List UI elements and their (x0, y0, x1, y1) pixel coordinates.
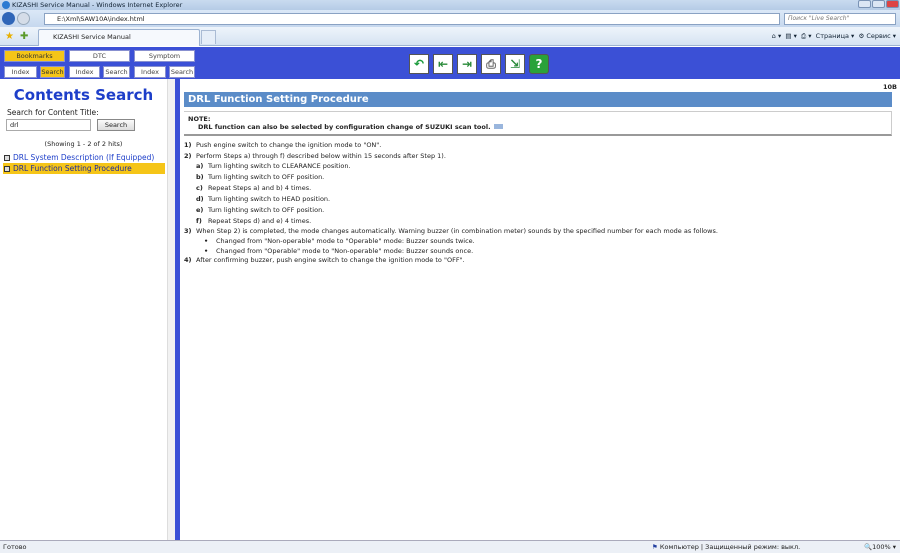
print-icon[interactable]: ⎙ (481, 54, 501, 74)
symptom-search[interactable]: Search (169, 66, 195, 78)
step-text: Changed from "Non-operable" mode to "Ope… (216, 237, 475, 245)
next-page-icon[interactable]: ⇥ (457, 54, 477, 74)
favorites-star-icon[interactable]: ★ (5, 31, 14, 42)
help-icon[interactable]: ? (529, 54, 549, 74)
search-button[interactable]: Search (97, 119, 135, 131)
section-code: 10B (883, 83, 897, 91)
add-favorite-icon[interactable]: ✚ (20, 31, 28, 42)
feeds-icon[interactable]: ▤ ▾ (785, 32, 796, 40)
print-menu-icon[interactable]: ⎙ ▾ (801, 32, 812, 40)
step-text: Push engine switch to change the ignitio… (196, 141, 382, 149)
step-text: When Step 2) is completed, the mode chan… (196, 227, 718, 235)
step-text: Turn lighting switch to OFF position. (208, 173, 325, 181)
sub-step: c) Repeat Steps a) and b) 4 times. (196, 184, 311, 192)
live-search-input[interactable]: Поиск "Live Search" (784, 13, 896, 25)
step-number: • (204, 237, 209, 245)
tab-symptom[interactable]: Symptom (134, 50, 195, 62)
page-menu[interactable]: Страница ▾ (816, 32, 855, 40)
note-label: NOTE: (188, 115, 211, 123)
forward-nav-icon[interactable] (17, 12, 30, 25)
tab-dtc[interactable]: DTC (69, 50, 130, 62)
bookmarks-index-list[interactable]: Index List (4, 66, 37, 86)
security-zone: ⚑ Компьютер | Защищенный режим: выкл. (652, 543, 801, 551)
status-bar: Готово ⚑ Компьютер | Защищенный режим: в… (0, 540, 900, 553)
back-nav-icon[interactable] (2, 12, 15, 25)
window-titlebar: KIZASHI Service Manual - Windows Interne… (0, 0, 900, 10)
step-number: d) (196, 195, 204, 203)
page-title: DRL Function Setting Procedure (184, 92, 892, 107)
status-text: Готово (3, 543, 27, 551)
back-icon[interactable]: ↶ (409, 54, 429, 74)
step-text: Repeat Steps a) and b) 4 times. (208, 184, 312, 192)
search-result-selected[interactable]: DRL Function Setting Procedure (3, 163, 165, 174)
sidebar-scrollbar[interactable] (167, 79, 175, 540)
step-text: Repeat Steps d) and e) 4 times. (208, 217, 312, 225)
command-bar: ⌂ ▾ ▤ ▾ ⎙ ▾ Страница ▾ ⚙ Сервис ▾ (772, 32, 896, 41)
search-result[interactable]: DRL System Description (If Equipped) (3, 152, 165, 163)
step: 1) Push engine switch to change the ignit… (184, 141, 381, 149)
search-pane (0, 79, 175, 540)
sub-step: b) Turn lighting switch to OFF position. (196, 173, 324, 181)
dtc-search[interactable]: Search (103, 66, 130, 78)
step-text: After confirming buzzer, push engine swi… (196, 256, 465, 264)
browser-tab[interactable]: KIZASHI Service Manual (38, 29, 200, 46)
zone-flag-icon: ⚑ (652, 543, 660, 551)
tools-menu[interactable]: Сервис ▾ (866, 32, 896, 40)
export-icon[interactable]: ⇲ (505, 54, 525, 74)
home-icon[interactable]: ⌂ ▾ (772, 32, 781, 40)
dtc-index-list[interactable]: Index List (69, 66, 100, 86)
step-text: Turn lighting switch to OFF position. (208, 206, 325, 214)
sub-step: f) Repeat Steps d) and e) 4 times. (196, 217, 311, 225)
step-number: 4) (184, 256, 192, 264)
document-icon (4, 166, 10, 172)
note-text: DRL function can also be selected by con… (198, 123, 491, 131)
restore-button[interactable] (872, 0, 885, 8)
new-tab-button[interactable] (201, 30, 216, 44)
ie-logo-icon (2, 1, 10, 9)
address-field[interactable]: E:\Xml\SAW10A\index.html (44, 13, 780, 25)
step-number: 1) (184, 141, 192, 149)
sub-step: e) Turn lighting switch to OFF position. (196, 206, 324, 214)
step: 2) Perform Steps a) through f) described … (184, 152, 446, 160)
symptom-index-list[interactable]: Index List (134, 66, 166, 86)
result-link[interactable]: DRL System Description (If Equipped) (13, 153, 154, 162)
step-number: f) (196, 217, 202, 225)
step-number: 3) (184, 227, 192, 235)
document-icon (4, 155, 10, 161)
tab-row: ★ ✚ KIZASHI Service Manual ⌂ ▾ ▤ ▾ ⎙ ▾ С… (0, 27, 900, 46)
step-number: e) (196, 206, 204, 214)
result-link[interactable]: DRL Function Setting Procedure (13, 164, 132, 173)
step-number: b) (196, 173, 204, 181)
address-row: E:\Xml\SAW10A\index.html Поиск "Live Sea… (0, 10, 900, 27)
step-number: c) (196, 184, 203, 192)
content-title-search-input[interactable]: drl (6, 119, 91, 131)
zoom-level[interactable]: 🔍100% ▾ (864, 541, 896, 553)
hit-count: (Showing 1 - 2 of 2 hits) (44, 140, 123, 148)
app-toolbar: Bookmarks DTC Symptom Index List Search … (0, 47, 900, 86)
reference-link-icon[interactable] (493, 124, 503, 129)
step-number: 2) (184, 152, 192, 160)
note-box: NOTE: DRL function can also be selected … (184, 111, 892, 136)
step-number: • (204, 247, 209, 255)
contents-search-title: Contents Search (13, 86, 154, 104)
close-window-button[interactable] (886, 0, 899, 8)
step: 4) After confirming buzzer, push engine s… (184, 256, 465, 264)
tab-bookmarks[interactable]: Bookmarks (4, 50, 65, 62)
gear-icon: ⚙ (858, 32, 865, 40)
step-text: Turn lighting switch to HEAD position. (208, 195, 331, 203)
sub-step: d) Turn lighting switch to HEAD position. (196, 195, 330, 203)
step-text: Changed from "Operable" mode to "Non-ope… (216, 247, 474, 255)
step-text: Turn lighting switch to CLEARANCE positi… (208, 162, 351, 170)
bookmarks-search[interactable]: Search (40, 66, 65, 78)
step: 3) When Step 2) is completed, the mode ch… (184, 227, 718, 235)
window-title: KIZASHI Service Manual - Windows Interne… (12, 1, 183, 9)
minimize-button[interactable] (858, 0, 871, 8)
search-label: Search for Content Title: (7, 108, 99, 117)
previous-page-icon[interactable]: ⇤ (433, 54, 453, 74)
bullet-item: • Changed from "Non-operable" mode to "Op… (204, 237, 475, 245)
sub-step: a) Turn lighting switch to CLEARANCE posi… (196, 162, 351, 170)
bullet-item: • Changed from "Operable" mode to "Non-op… (204, 247, 473, 255)
step-number: a) (196, 162, 204, 170)
step-text: Perform Steps a) through f) described be… (196, 152, 446, 160)
